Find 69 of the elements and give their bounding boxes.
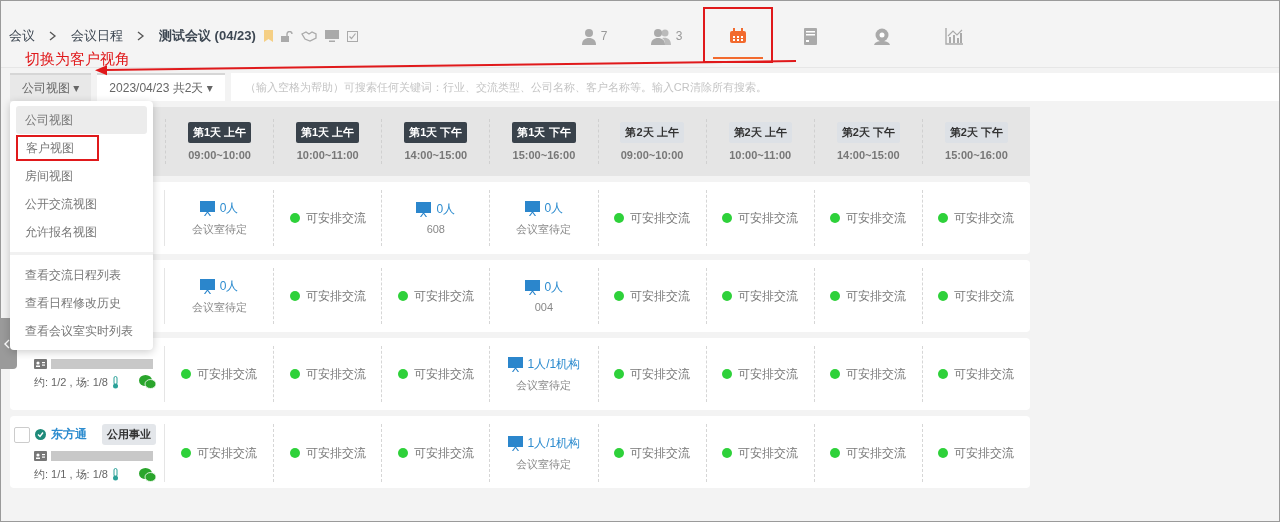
slot-status: 可安排交流 [738,209,799,227]
time-range: 09:00~10:00 [188,149,251,161]
time-range: 14:00~15:00 [404,149,468,161]
slot-status: 可安排交流 [954,209,1015,227]
menu-item[interactable]: 客户视图 [16,135,99,161]
room-label: 608 [426,223,445,235]
room-label: 会议室待定 [191,299,247,315]
room-label: 会议室待定 [191,221,247,237]
slot-status: 可安排交流 [630,209,691,227]
attendee-count-link[interactable]: 0人 [436,201,456,218]
room-label: 会议室待定 [516,221,572,237]
view-dropdown[interactable]: 公司视图 ▾ [10,73,92,101]
slot-status: 可安排交流 [738,444,799,462]
slot-status: 可安排交流 [197,444,258,462]
slot-status: 可安排交流 [846,287,907,305]
industry-tag: 公用事业 [102,424,156,445]
day-label: 第2天 下午 [836,122,900,143]
slot-status: 可安排交流 [846,444,907,462]
slot-status: 可安排交流 [954,365,1015,383]
slot-status: 可安排交流 [846,209,907,227]
slot-status: 可安排交流 [630,287,691,305]
annotation-text: 切换为客户视角 [25,50,130,69]
slot-status: 可安排交流 [630,444,691,462]
attendee-count-link[interactable]: 0人 [219,199,239,217]
time-range: 10:00~11:00 [729,149,792,161]
attendee-count-link[interactable]: 1人/1机构 [527,355,581,373]
attendee-count-link[interactable]: 0人 [219,277,239,295]
day-label: 第1天 上午 [296,122,360,143]
day-label: 第1天 上午 [187,122,252,143]
breadcrumb-link[interactable]: 会议日程 [71,27,123,45]
day-label: 第1天 下午 [404,122,468,143]
date-dropdown[interactable]: 2023/04/23 共2天 ▾ [97,73,225,101]
time-range: 15:00~16:00 [512,149,576,161]
nav-tab[interactable]: 7 [569,11,619,59]
time-range: 10:00~11:00 [296,149,359,161]
company-name-link[interactable]: 东方通 [51,426,87,443]
appointment-stats: 约: 1/2 , 场: 1/8 [34,374,108,390]
room-label: 会议室待定 [516,456,572,472]
time-range: 15:00~16:00 [945,149,1008,161]
time-range: 14:00~15:00 [836,149,900,161]
slot-status: 可安排交流 [954,444,1015,462]
room-label: 会议室待定 [516,377,572,393]
slot-status: 可安排交流 [305,365,366,383]
slot-status: 可安排交流 [305,444,366,462]
attendee-count-link[interactable]: 0人 [544,199,564,217]
slot-status: 可安排交流 [846,365,907,383]
slot-status: 可安排交流 [630,365,691,383]
breadcrumb-link[interactable]: 会议 [9,27,35,45]
slot-status: 可安排交流 [305,209,366,227]
day-label: 第1天 下午 [512,122,576,143]
room-label: 004 [534,301,554,313]
appointment-stats: 约: 1/1 , 场: 1/8 [34,467,108,482]
day-label: 第2天 下午 [944,122,1009,143]
menu-item[interactable]: 公司视图 [16,106,147,134]
attendee-count-link[interactable]: 0人 [544,279,564,296]
day-label: 第2天 上午 [728,122,792,143]
slot-status: 可安排交流 [305,287,366,305]
slot-status: 可安排交流 [413,365,474,383]
slot-status: 可安排交流 [738,287,799,305]
breadcrumb-link[interactable]: 测试会议 (04/23) [159,27,256,45]
time-range: 09:00~10:00 [620,149,684,161]
attendee-count-link[interactable]: 1人/1机构 [527,434,581,452]
slot-status: 可安排交流 [954,287,1015,305]
day-label: 第2天 上午 [620,122,684,143]
slot-status: 可安排交流 [738,365,799,383]
slot-status: 可安排交流 [197,365,258,383]
nav-tab[interactable]: 3 [641,11,691,59]
slot-status: 可安排交流 [413,444,474,462]
slot-status: 可安排交流 [413,287,474,305]
